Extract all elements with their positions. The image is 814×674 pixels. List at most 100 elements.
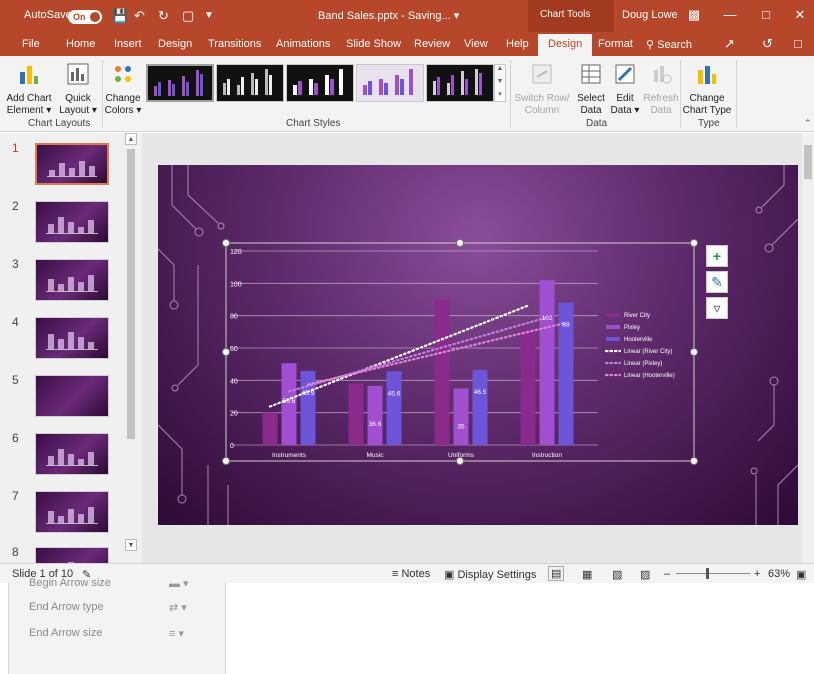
slide-number: 7 bbox=[12, 489, 19, 503]
present-icon[interactable]: ▢ bbox=[182, 8, 194, 24]
thumbnail-scrollbar[interactable]: ▲ ▼ bbox=[124, 133, 138, 553]
zoom-slider-thumb[interactable] bbox=[706, 568, 709, 579]
tab-home[interactable]: Home bbox=[66, 38, 95, 50]
quick-layout-button[interactable]: Quick Layout ▾ bbox=[58, 62, 98, 117]
palette-icon bbox=[115, 66, 131, 82]
slide-thumbnail-pane: 1 2 3 4 5 6 7 8 ▲ ▼ bbox=[0, 133, 142, 589]
tab-file[interactable]: File bbox=[22, 38, 40, 50]
chart[interactable]: 020406080100120Instruments Music Uniforms I… bbox=[230, 249, 675, 459]
tab-format[interactable]: Format bbox=[598, 38, 633, 50]
minimize-icon[interactable]: — bbox=[716, 4, 744, 26]
end-arrow-size-dropdown[interactable]: ≡ ▾ bbox=[169, 627, 203, 643]
slide-thumbnail[interactable] bbox=[35, 375, 109, 417]
zoom-slider-track[interactable] bbox=[676, 573, 750, 574]
change-colors-button[interactable]: Change Colors ▾ bbox=[104, 62, 142, 117]
zoom-in-icon[interactable]: + bbox=[754, 568, 760, 580]
begin-arrow-size-dropdown[interactable]: ▬ ▾ bbox=[169, 577, 203, 593]
legend-label: Pixley bbox=[624, 325, 640, 331]
add-chart-element-button[interactable]: Add Chart Element ▾ bbox=[4, 62, 54, 117]
edit-data-line2: Data ▾ bbox=[610, 105, 640, 116]
slide-sorter-icon[interactable]: ▦ bbox=[582, 568, 592, 581]
slideshow-icon[interactable]: ▨ bbox=[640, 568, 650, 581]
customize-qat-icon[interactable]: ▼ bbox=[204, 10, 214, 21]
slide-thumbnail[interactable] bbox=[35, 317, 109, 359]
group-chart-layouts: Chart Layouts bbox=[28, 118, 91, 129]
share-icon[interactable]: ↗ bbox=[724, 36, 735, 52]
gallery-scroll[interactable]: ▲ ▼ ▾ bbox=[494, 64, 506, 102]
history-icon[interactable]: ↺ bbox=[762, 36, 773, 52]
reading-view-icon[interactable]: ▧ bbox=[612, 568, 622, 581]
select-data-button[interactable]: Select Data bbox=[574, 62, 608, 117]
scroll-down-icon[interactable]: ▼ bbox=[125, 539, 137, 551]
resize-handle-se[interactable] bbox=[690, 457, 698, 465]
collapse-ribbon-icon[interactable]: ⌃ bbox=[804, 118, 812, 129]
legend-label: River City bbox=[624, 313, 650, 319]
user-name[interactable]: Doug Lowe bbox=[622, 9, 678, 21]
slide-thumbnail[interactable] bbox=[35, 201, 109, 243]
circuit-decoration bbox=[158, 165, 798, 525]
tab-design[interactable]: Design bbox=[158, 38, 192, 50]
chart-style-4[interactable] bbox=[356, 64, 424, 102]
tab-insert[interactable]: Insert bbox=[114, 38, 142, 50]
resize-handle-w[interactable] bbox=[222, 348, 230, 356]
tab-chart-design[interactable]: Design bbox=[538, 34, 593, 56]
tab-help[interactable]: Help bbox=[506, 38, 529, 50]
thumbnail-bar bbox=[48, 401, 54, 407]
maximize-icon[interactable]: □ bbox=[752, 4, 780, 26]
resize-handle-nw[interactable] bbox=[222, 239, 230, 247]
legend-label: Linear (River City) bbox=[624, 349, 672, 355]
data-label: 45.6 bbox=[388, 390, 401, 397]
gallery-more-icon[interactable]: ▾ bbox=[495, 90, 505, 98]
edit-scrollbar[interactable] bbox=[802, 133, 814, 563]
fit-slide-icon[interactable]: ▣ bbox=[796, 568, 806, 581]
change-chart-type-button[interactable]: Change Chart Type bbox=[682, 62, 732, 117]
slide-thumbnail[interactable] bbox=[35, 433, 109, 475]
tell-me-search[interactable]: ⚲ Search bbox=[646, 38, 692, 51]
normal-view-icon[interactable]: ▤ bbox=[548, 566, 565, 581]
slide-canvas[interactable]: 0 20 40 60 80 100 120 Instruments Music Uniforms I… bbox=[158, 165, 798, 525]
close-icon[interactable]: ✕ bbox=[786, 4, 814, 26]
edit-data-button[interactable]: Edit Data ▾ bbox=[608, 62, 642, 117]
autosave-toggle[interactable]: On bbox=[68, 10, 102, 24]
slide-thumbnail[interactable] bbox=[35, 259, 109, 301]
slide-number: 5 bbox=[12, 373, 19, 387]
tab-slide-show[interactable]: Slide Show bbox=[346, 38, 401, 50]
chart-styles-icon[interactable]: ✎ bbox=[706, 271, 728, 293]
resize-handle-n[interactable] bbox=[456, 239, 464, 247]
notes-button[interactable]: ≡ Notes bbox=[392, 568, 430, 580]
zoom-level[interactable]: 63% bbox=[768, 568, 790, 580]
chart-elements-icon[interactable]: + bbox=[706, 245, 728, 267]
ribbon-display-icon[interactable]: ▩ bbox=[680, 4, 708, 26]
legend-swatch bbox=[606, 325, 620, 329]
gallery-down-icon[interactable]: ▼ bbox=[495, 78, 505, 90]
scroll-thumb[interactable] bbox=[127, 149, 135, 439]
tab-transitions[interactable]: Transitions bbox=[208, 38, 261, 50]
tab-review[interactable]: Review bbox=[414, 38, 450, 50]
end-arrow-type-dropdown[interactable]: ⇄ ▾ bbox=[169, 601, 203, 617]
chart-style-2[interactable] bbox=[216, 64, 284, 102]
comments-icon[interactable]: □ bbox=[794, 36, 802, 51]
resize-handle-ne[interactable] bbox=[690, 239, 698, 247]
switch-row-column-button[interactable]: Switch Row/ Column bbox=[514, 62, 570, 117]
gallery-up-icon[interactable]: ▲ bbox=[495, 65, 505, 78]
save-icon[interactable]: 💾 bbox=[112, 8, 128, 24]
resize-handle-e[interactable] bbox=[690, 348, 698, 356]
chart-filters-icon[interactable]: ▿ bbox=[706, 297, 728, 319]
chart-style-1[interactable] bbox=[146, 64, 214, 102]
tab-animations[interactable]: Animations bbox=[276, 38, 330, 50]
refresh-data-button[interactable]: Refresh Data bbox=[642, 62, 680, 117]
redo-icon[interactable]: ↻ bbox=[158, 8, 169, 24]
zoom-out-icon[interactable]: – bbox=[664, 568, 670, 580]
chart-style-5[interactable] bbox=[426, 64, 494, 102]
y-tick-label: 20 bbox=[230, 411, 238, 418]
display-settings-button[interactable]: ▣ Display Settings bbox=[444, 568, 536, 581]
slide-thumbnail[interactable] bbox=[35, 491, 109, 533]
resize-handle-sw[interactable] bbox=[222, 457, 230, 465]
undo-icon[interactable]: ↶ bbox=[134, 8, 145, 24]
slide-thumbnail[interactable] bbox=[35, 143, 109, 185]
scroll-up-icon[interactable]: ▲ bbox=[125, 133, 137, 145]
chart-style-3[interactable] bbox=[286, 64, 354, 102]
resize-handle-s[interactable] bbox=[456, 457, 464, 465]
tab-view[interactable]: View bbox=[464, 38, 488, 50]
edit-scroll-thumb[interactable] bbox=[804, 145, 812, 179]
